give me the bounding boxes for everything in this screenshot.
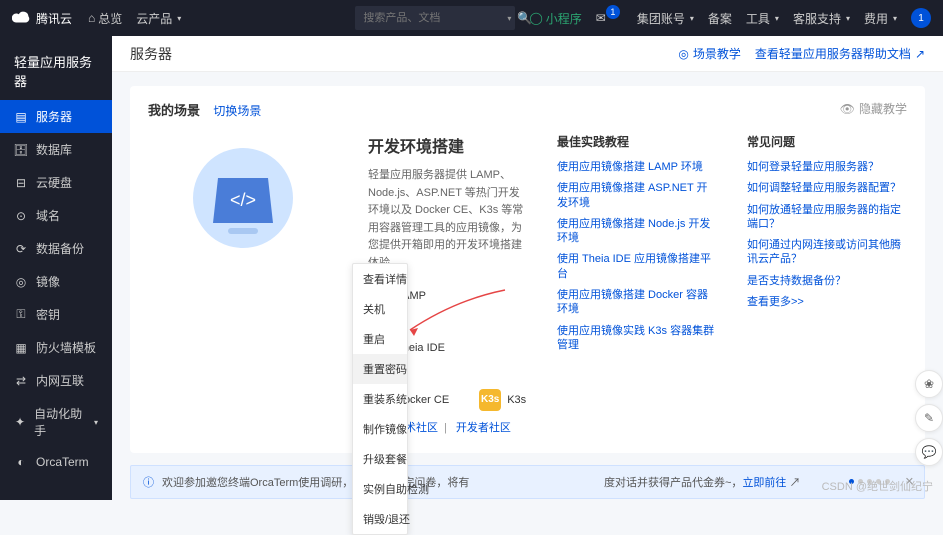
main-area: 服务器 ◎ 场景教学 查看轻量应用服务器帮助文档 ↗ 我的场景 切换场景 👁隐藏… bbox=[112, 36, 943, 500]
scene-teach-link[interactable]: ◎ 场景教学 bbox=[678, 45, 741, 62]
ctx-item-6[interactable]: 升级套餐 bbox=[353, 444, 407, 474]
faq-column: 常见问题 如何登录轻量应用服务器？如何调整轻量应用服务器配置？如何放通轻量应用服… bbox=[747, 133, 907, 435]
app-icon: K3s bbox=[479, 389, 501, 411]
tutorial-link-1[interactable]: 使用应用镜像搭建 ASP.NET 开发环境 bbox=[557, 181, 717, 210]
nav-messages[interactable]: ✉1 bbox=[596, 11, 623, 25]
hide-teach-button[interactable]: 👁隐藏教学 bbox=[840, 100, 907, 117]
tutorial-link-0[interactable]: 使用应用镜像搭建 LAMP 环境 bbox=[557, 160, 717, 174]
survey-banner: ⓘ 欢迎参加邀您终端OrcaTerm使用调研，花2分钟填完问卷，将有______… bbox=[130, 465, 925, 499]
fab-feedback[interactable]: ✎ bbox=[915, 404, 943, 432]
nav-overview[interactable]: ⌂ 总览 bbox=[88, 10, 122, 27]
database-icon: 🗄 bbox=[14, 143, 28, 157]
faq-link-4[interactable]: 是否支持数据备份？ bbox=[747, 274, 907, 288]
page-title: 服务器 bbox=[130, 44, 172, 64]
sidebar-item-1[interactable]: 🗄数据库 bbox=[0, 133, 112, 166]
nav-support[interactable]: 客服支持▾ bbox=[793, 10, 850, 27]
fab-help[interactable]: ❀ bbox=[915, 370, 943, 398]
nav-tools[interactable]: 工具▾ bbox=[746, 10, 779, 27]
nav-group-account[interactable]: 集团账号▾ bbox=[637, 10, 694, 27]
image-icon: ◎ bbox=[14, 275, 28, 289]
sidebar-item-10[interactable]: ◐OrcaTerm bbox=[0, 447, 112, 477]
watermark: CSDN @绝世剑仙纪宁 bbox=[822, 478, 933, 494]
nav-cost[interactable]: 费用▾ bbox=[864, 10, 897, 27]
scene-desc: 轻量应用服务器提供 LAMP、Node.js、ASP.NET 等热门开发环境以及… bbox=[368, 167, 527, 273]
sidebar-item-6[interactable]: ⚿密钥 bbox=[0, 298, 112, 331]
sidebar-item-4[interactable]: ⟳数据备份 bbox=[0, 232, 112, 265]
banner-cta[interactable]: 立即前往 bbox=[742, 477, 786, 489]
nav-miniprogram[interactable]: ◯ 小程序 bbox=[529, 10, 581, 27]
fab-chat[interactable]: 💬 bbox=[915, 438, 943, 466]
brand-logo[interactable]: 腾讯云 bbox=[12, 9, 72, 27]
firewall-icon: ▦ bbox=[14, 341, 28, 355]
tutorial-link-2[interactable]: 使用应用镜像搭建 Node.js 开发环境 bbox=[557, 217, 717, 246]
context-menu: 查看详情关机重启重置密码重装系统制作镜像升级套餐实例自助检测销毁/退还 bbox=[352, 263, 408, 535]
tutorial-link-5[interactable]: 使用应用镜像实践 K3s 容器集群管理 bbox=[557, 324, 717, 353]
faq-link-2[interactable]: 如何放通轻量应用服务器的指定端口？ bbox=[747, 203, 907, 232]
faq-link-0[interactable]: 如何登录轻量应用服务器？ bbox=[747, 160, 907, 174]
floating-actions: ❀ ✎ 💬 bbox=[915, 370, 943, 466]
sidebar: 轻量应用服务器 ▤服务器🗄数据库⊟云硬盘⊙域名⟳数据备份◎镜像⚿密钥▦防火墙模板… bbox=[0, 36, 112, 500]
tutorial-link-3[interactable]: 使用 Theia IDE 应用镜像搭建平台 bbox=[557, 252, 717, 281]
top-bar: 腾讯云 ⌂ 总览 云产品▾ ▾ 🔍 ◯ 小程序 ✉1 集团账号▾ 备案 工具▾ … bbox=[0, 0, 943, 36]
ctx-item-2[interactable]: 重启 bbox=[353, 324, 407, 354]
sidebar-item-5[interactable]: ◎镜像 bbox=[0, 265, 112, 298]
faq-more-link[interactable]: 查看更多>> bbox=[747, 295, 907, 309]
orca-icon: ◐ bbox=[14, 455, 28, 469]
ctx-item-4[interactable]: 重装系统 bbox=[353, 384, 407, 414]
ctx-item-3[interactable]: 重置密码 bbox=[353, 354, 407, 384]
app-K3s[interactable]: K3sK3s bbox=[479, 389, 526, 411]
sidebar-item-9[interactable]: ✦自动化助手▾ bbox=[0, 397, 112, 447]
scene-title: 开发环境搭建 bbox=[368, 133, 527, 157]
sidebar-item-2[interactable]: ⊟云硬盘 bbox=[0, 166, 112, 199]
ctx-item-8[interactable]: 销毁/退还 bbox=[353, 504, 407, 534]
scene-card: 我的场景 切换场景 👁隐藏教学 </> 开发环境搭建 轻量应用服务器提供 LAM… bbox=[130, 86, 925, 453]
sidebar-item-0[interactable]: ▤服务器 bbox=[0, 100, 112, 133]
sidebar-item-3[interactable]: ⊙域名 bbox=[0, 199, 112, 232]
sidebar-item-8[interactable]: ⇄内网互联 bbox=[0, 364, 112, 397]
help-doc-link[interactable]: 查看轻量应用服务器帮助文档 ↗ bbox=[755, 45, 925, 62]
faq-link-3[interactable]: 如何通过内网连接或访问其他腾讯云产品？ bbox=[747, 238, 907, 267]
cloud-icon bbox=[12, 9, 30, 27]
avatar[interactable]: 1 bbox=[911, 8, 931, 28]
tutorials-column: 最佳实践教程 使用应用镜像搭建 LAMP 环境使用应用镜像搭建 ASP.NET … bbox=[557, 133, 717, 435]
ctx-item-0[interactable]: 查看详情 bbox=[353, 264, 407, 294]
key-icon: ⚿ bbox=[14, 307, 28, 322]
tutorial-link-4[interactable]: 使用应用镜像搭建 Docker 容器环境 bbox=[557, 288, 717, 317]
ctx-item-1[interactable]: 关机 bbox=[353, 294, 407, 324]
search-input[interactable] bbox=[363, 12, 505, 24]
scene-header: 我的场景 bbox=[148, 100, 200, 119]
brand-text: 腾讯云 bbox=[36, 10, 72, 27]
global-search[interactable]: ▾ 🔍 bbox=[355, 6, 515, 30]
domain-icon: ⊙ bbox=[14, 209, 28, 223]
auto-icon: ✦ bbox=[14, 415, 26, 429]
faq-link-1[interactable]: 如何调整轻量应用服务器配置？ bbox=[747, 181, 907, 195]
server-icon: ▤ bbox=[14, 110, 28, 124]
breadcrumb: 服务器 ◎ 场景教学 查看轻量应用服务器帮助文档 ↗ bbox=[112, 36, 943, 72]
disk-icon: ⊟ bbox=[14, 176, 28, 190]
nav-products[interactable]: 云产品▾ bbox=[136, 10, 181, 27]
sidebar-title: 轻量应用服务器 bbox=[0, 46, 112, 100]
sidebar-item-7[interactable]: ▦防火墙模板 bbox=[0, 331, 112, 364]
backup-icon: ⟳ bbox=[14, 242, 28, 256]
dev-illustration: </> bbox=[148, 133, 338, 263]
lan-icon: ⇄ bbox=[14, 374, 28, 388]
switch-scene-link[interactable]: 切换场景 bbox=[213, 104, 261, 118]
banner-text: 欢迎参加邀您终端OrcaTerm使用调研，花2分钟填完问卷，将有________… bbox=[162, 474, 801, 490]
svg-text:</>: </> bbox=[230, 190, 256, 210]
dev-community-link[interactable]: 开发者社区 bbox=[456, 422, 511, 434]
ctx-item-5[interactable]: 制作镜像 bbox=[353, 414, 407, 444]
nav-beian[interactable]: 备案 bbox=[708, 10, 732, 27]
